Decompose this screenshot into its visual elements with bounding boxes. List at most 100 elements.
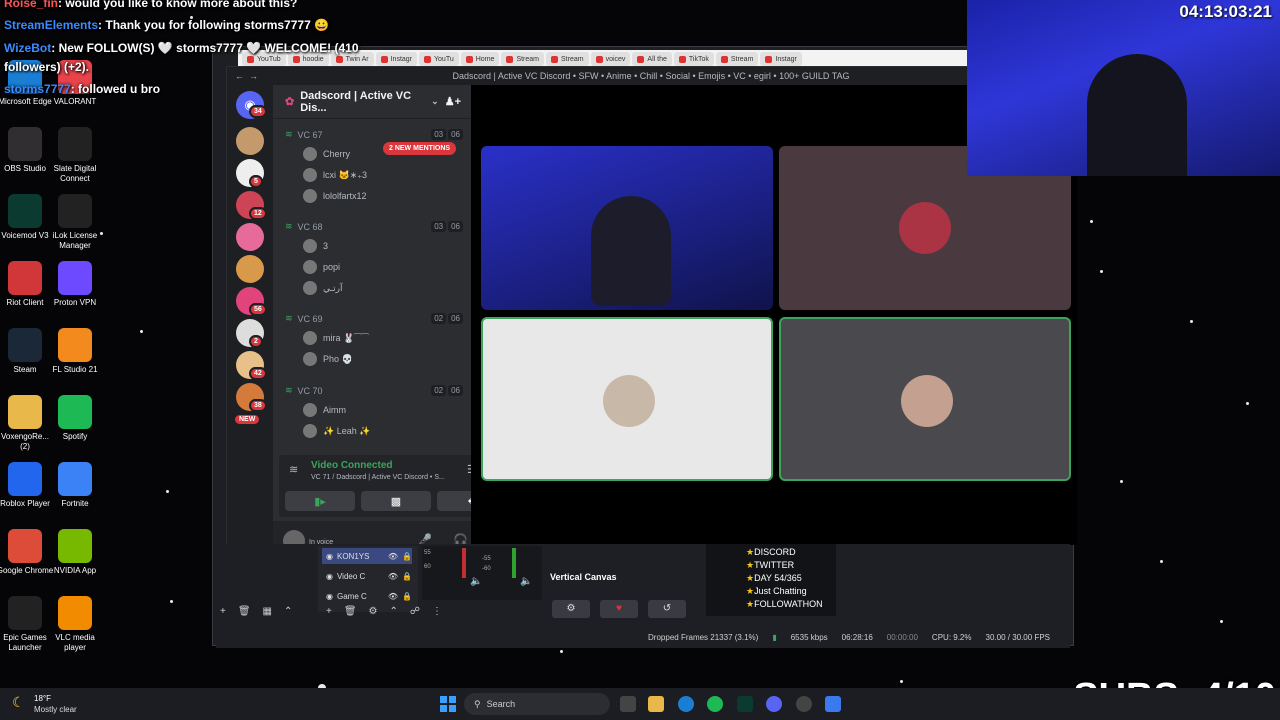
eye-icon[interactable]: 👁 [388,592,398,601]
proton-icon [58,261,92,295]
browser-tab[interactable]: Stream [546,52,589,66]
add-member-icon[interactable]: ♟+ [445,95,461,108]
desktop-shortcut[interactable]: Slate Digital Connect [46,127,104,184]
taskbar: ☾ 18°F Mostly clear ⚲ Search [0,688,1280,720]
chat-text: : followed u bro [70,82,161,96]
voice-user[interactable]: lcxi 🐱∗₊3 [303,168,367,182]
browser-tab[interactable]: Instagr [760,52,802,66]
trash-icon[interactable]: 🗑 [344,606,357,617]
browser-tab[interactable]: YouTu [419,52,459,66]
tab-favicon-icon [678,55,686,63]
desktop-shortcut[interactable]: Proton VPN [46,261,104,308]
video-tile-speaking[interactable] [481,317,773,481]
server-list: ◉ 34 5 12 56 2 42 38 NEW [227,85,273,545]
voice-channel[interactable]: ≋ VC 67 03 06 [285,129,463,140]
desktop-shortcut[interactable]: NVIDIA App [46,529,104,576]
more-icon[interactable]: ⋮ [432,606,442,617]
heart-button[interactable]: ♥ [600,600,638,618]
browser-tab[interactable]: Home [460,52,500,66]
add-icon[interactable]: + [220,606,226,617]
channel-sidebar: ✿ Dadscord | Active VC Dis... ⌄ ♟+ 2 NEW… [273,85,517,563]
guild-header[interactable]: ✿ Dadscord | Active VC Dis... ⌄ ♟+ [273,85,471,119]
chat-message: WizeBot: New FOLLOW(S) 🤍 storms7777 🤍 WE… [4,41,359,55]
browser-tab[interactable]: Stream [715,52,759,66]
new-mentions-pill[interactable]: 2 NEW MENTIONS [383,142,457,155]
star-icon: ★ [746,573,755,583]
voice-user[interactable]: Cherry [303,147,350,161]
speaker-icon[interactable]: 🔈 [520,576,532,587]
voice-channel-count: 02 [431,313,447,324]
add-icon[interactable]: + [326,606,332,617]
desktop-shortcut[interactable]: Spotify [46,395,104,442]
windows-start-icon[interactable] [440,696,456,712]
eye-icon[interactable]: 👁 [388,572,398,581]
voice-user[interactable]: Aimm [303,403,346,417]
signal-icon[interactable]: ≋ [289,463,298,476]
chevron-up-icon[interactable]: ⌃ [284,606,292,617]
browser-tab[interactable]: TikTok [673,52,714,66]
voicemod-icon[interactable] [737,696,753,712]
trash-icon[interactable]: 🗑 [238,606,251,617]
desktop-shortcut[interactable]: VLC media player [46,596,104,653]
forward-arrow-icon[interactable]: → [249,67,258,85]
desktop-shortcut[interactable]: FL Studio 21 [46,328,104,375]
obs-icon [8,127,42,161]
browser-tab[interactable]: Stream [501,52,544,66]
mixer-label: 60 [424,564,431,570]
source-item[interactable]: ◉ Video C 👁 🔒 [322,568,412,584]
filter-icon[interactable]: ▦ [263,606,272,617]
lock-icon[interactable]: 🔒 [402,592,412,601]
browser-tab[interactable]: voicev [590,52,631,66]
share-button[interactable]: ↺ [648,600,686,618]
video-tile-speaking[interactable] [779,317,1071,481]
voice-user[interactable]: Pho 💀 [303,352,353,366]
video-tile[interactable] [481,146,773,310]
desktop-shortcut[interactable]: iLok License Manager [46,194,104,251]
taskbar-search[interactable]: ⚲ Search [464,693,610,715]
server-icon[interactable] [236,223,264,251]
gear-icon[interactable]: ⚙ [369,606,378,617]
voice-channel[interactable]: ≋ VC 70 02 06 [285,385,463,396]
server-icon[interactable] [236,127,264,155]
back-arrow-icon[interactable]: ← [235,67,244,85]
chat-username: WizeBot [4,41,52,55]
voice-channel[interactable]: ≋ VC 68 03 06 [285,221,463,232]
edge-icon[interactable] [678,696,694,712]
weather-icon[interactable]: ☾ [12,694,25,711]
obs-icon[interactable] [796,696,812,712]
eye-icon[interactable]: 👁 [388,552,398,561]
voice-user[interactable]: lololfartx12 [303,189,367,203]
search-label: Search [486,699,516,709]
source-item[interactable]: ◉ Game C 👁 🔒 [322,588,412,604]
tab-favicon-icon [424,55,432,63]
desktop-shortcut[interactable]: Fortnite [46,462,104,509]
source-item[interactable]: ◉ KON1YS 👁 🔒 [322,548,412,564]
server-icon[interactable] [236,255,264,283]
lock-icon[interactable]: 🔒 [402,552,412,561]
voice-user[interactable]: popi [303,260,340,274]
mixer-label: -55 [482,556,491,562]
voice-channel[interactable]: ≋ VC 69 02 06 [285,313,463,324]
voice-user[interactable]: mira 🐰⁀⁀ [303,331,369,345]
screen-share-button[interactable]: ▩ [361,491,431,511]
discord-icon[interactable] [766,696,782,712]
browser-tab[interactable]: All the [632,52,672,66]
canvas-settings-button[interactable]: ⚙ [552,600,590,618]
voice-user[interactable]: ✨ Leah ✨ [303,424,370,438]
voice-user[interactable]: 3 [303,239,328,253]
file-explorer-icon[interactable] [648,696,664,712]
voice-channel-icon: ≋ [285,129,293,139]
link-icon[interactable]: ☍ [410,606,420,617]
task-view-icon[interactable] [620,696,636,712]
voice-status: Video Connected [311,460,393,471]
browser-tab[interactable]: Instagr [375,52,418,66]
speaker-icon[interactable]: 🔈 [470,576,482,587]
spotify-icon[interactable] [707,696,723,712]
steam-icon [8,328,42,362]
chevron-up-icon[interactable]: ⌃ [390,606,398,617]
desktop-shortcut-label: VLC media player [55,633,95,652]
voice-user[interactable]: آرتـي [303,281,343,295]
app-icon[interactable] [825,696,841,712]
lock-icon[interactable]: 🔒 [402,572,412,581]
camera-button[interactable]: ▮▸ [285,491,355,511]
